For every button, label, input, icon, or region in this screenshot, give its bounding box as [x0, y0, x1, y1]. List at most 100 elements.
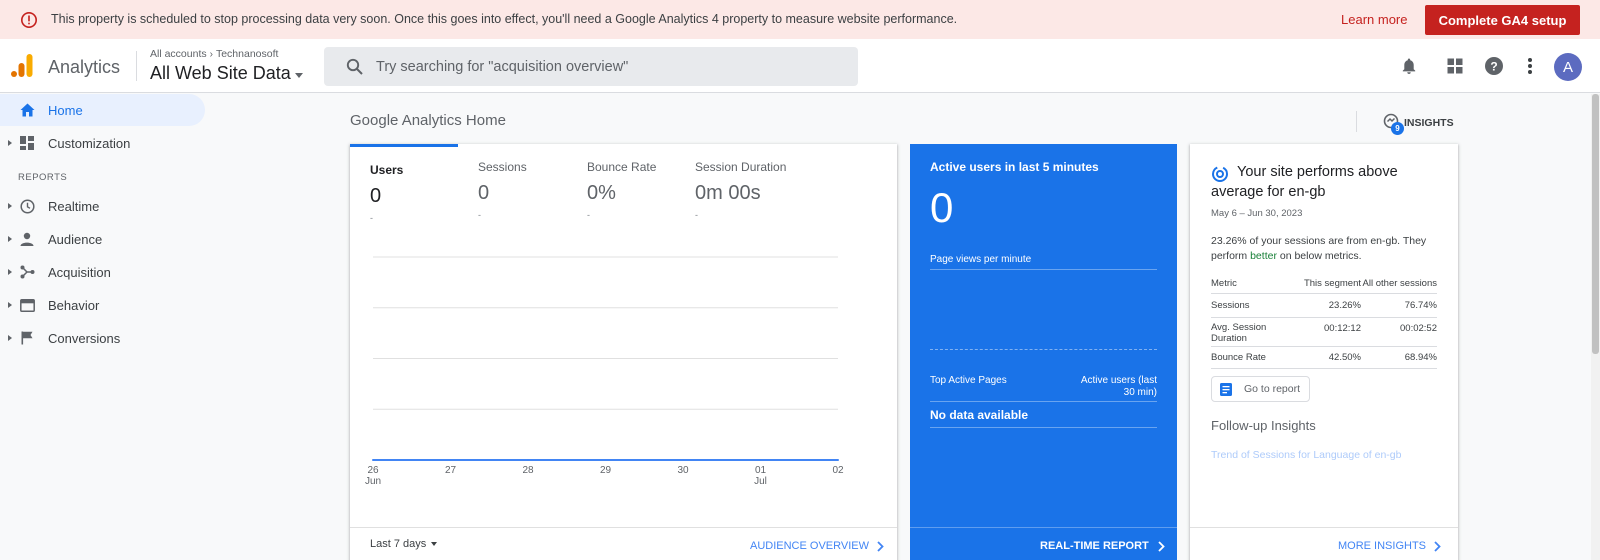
row-segment-value: 42.50% — [1328, 352, 1361, 363]
sidebar-item-behavior[interactable]: Behavior — [0, 289, 205, 321]
expand-arrow-icon — [8, 269, 12, 275]
insight-date-range: May 6 – Jun 30, 2023 — [1211, 208, 1303, 219]
breadcrumb-accounts[interactable]: All accounts — [150, 48, 207, 60]
users-line-chart: 26Jun 27 28 29 30 01Jul 02 — [365, 256, 844, 487]
view-selector[interactable]: All Web Site Data — [150, 63, 303, 84]
chart-data-point[interactable] — [449, 459, 452, 461]
x-tick-label: 02 — [832, 465, 844, 476]
chart-data-point[interactable] — [837, 459, 839, 461]
chart-data-point[interactable] — [527, 459, 529, 461]
clock-icon — [19, 198, 35, 214]
analytics-logo-icon[interactable] — [10, 53, 34, 79]
table-row: Sessions 23.26% 76.74% — [1211, 294, 1437, 318]
insights-label: INSIGHTS — [1404, 117, 1454, 129]
notifications-bell-icon[interactable] — [1397, 54, 1421, 78]
sidebar-item-label: Audience — [48, 231, 103, 247]
row-metric: Avg. Session Duration — [1211, 322, 1267, 344]
x-tick-label: 30 — [677, 465, 689, 476]
sidebar-item-conversions[interactable]: Conversions — [0, 322, 205, 354]
follow-up-insights-title: Follow-up Insights — [1211, 418, 1316, 433]
top-active-pages-header: Top Active Pages — [930, 375, 1007, 386]
breadcrumb-account-name[interactable]: Technanosoft — [216, 48, 278, 60]
insights-divider — [1356, 111, 1357, 132]
real-time-report-link[interactable]: REAL-TIME REPORT — [1040, 540, 1165, 552]
help-icon[interactable]: ? — [1482, 54, 1506, 78]
follow-up-insight-link[interactable]: Trend of Sessions for Language of en-gb — [1211, 449, 1402, 461]
x-tick-label: 26 — [367, 465, 379, 476]
page-title: Google Analytics Home — [350, 112, 506, 129]
divider — [930, 427, 1157, 428]
x-tick-label: 29 — [600, 465, 612, 476]
search-input[interactable] — [376, 47, 836, 86]
insight-body-suffix: on below metrics. — [1276, 250, 1362, 262]
sidebar-item-label: Behavior — [48, 297, 100, 313]
sidebar-item-acquisition[interactable]: Acquisition — [0, 256, 205, 288]
sidebar-item-home[interactable]: Home — [0, 94, 205, 126]
view-name: All Web Site Data — [150, 63, 291, 83]
insight-description: 23.26% of your sessions are from en-gb. … — [1211, 234, 1446, 264]
audience-overview-label: AUDIENCE OVERVIEW — [750, 540, 869, 552]
complete-ga4-setup-button[interactable]: Complete GA4 setup — [1425, 5, 1580, 35]
search-bar[interactable] — [324, 47, 858, 86]
chart-data-point[interactable] — [604, 459, 607, 461]
header-divider — [136, 51, 137, 81]
sidebar-item-audience[interactable]: Audience — [0, 223, 205, 255]
insights-count-badge: 9 — [1391, 122, 1404, 135]
realtime-card: Active users in last 5 minutes 0 Page vi… — [910, 144, 1177, 560]
top-header: Analytics All accounts › Technanosoft Al… — [0, 39, 1600, 93]
svg-text:?: ? — [1490, 60, 1497, 74]
insight-metrics-table: Metric This segment All other sessions S… — [1211, 275, 1437, 369]
more-insights-link[interactable]: MORE INSIGHTS — [1338, 540, 1441, 552]
sidebar-item-label: Customization — [48, 135, 131, 151]
dropdown-arrow-icon — [431, 542, 438, 546]
sidebar-item-realtime[interactable]: Realtime — [0, 190, 205, 222]
card-footer: REAL-TIME REPORT — [910, 527, 1177, 560]
row-others-value: 68.94% — [1404, 352, 1437, 363]
go-to-report-button[interactable]: Go to report — [1211, 376, 1310, 402]
active-users-header: Active users (last 30 min) — [1080, 375, 1157, 398]
row-segment-value: 00:12:12 — [1324, 323, 1361, 334]
insights-button[interactable]: 9 INSIGHTS — [1382, 113, 1462, 135]
learn-more-link[interactable]: Learn more — [1341, 12, 1407, 27]
divider — [930, 401, 1157, 402]
pageviews-per-minute-label: Page views per minute — [930, 254, 1032, 265]
audience-overview-card: Users 0 - Sessions 0 - Bounce Rate 0% - … — [350, 144, 897, 560]
divider — [930, 269, 1157, 270]
reports-section-header: REPORTS — [18, 172, 68, 183]
card-footer: Last 7 days AUDIENCE OVERVIEW — [350, 527, 897, 560]
chart-data-point[interactable] — [759, 459, 762, 461]
row-others-value: 00:02:52 — [1400, 323, 1437, 334]
chart-data-point[interactable] — [682, 459, 684, 461]
dashboard-icon — [19, 135, 35, 151]
chart-data-point[interactable] — [372, 459, 374, 461]
audience-overview-link[interactable]: AUDIENCE OVERVIEW — [750, 540, 884, 552]
pageviews-baseline — [930, 349, 1157, 350]
row-others-value: 76.74% — [1404, 300, 1437, 311]
search-icon — [346, 58, 363, 75]
insight-body-highlight: better — [1250, 250, 1277, 262]
no-data-message: No data available — [930, 408, 1029, 422]
table-header-row: Metric This segment All other sessions — [1211, 275, 1437, 294]
sidebar-item-label: Acquisition — [48, 264, 111, 280]
flag-icon — [19, 330, 35, 346]
expand-arrow-icon — [8, 335, 12, 341]
row-segment-value: 23.26% — [1328, 300, 1361, 311]
behavior-icon — [19, 297, 35, 313]
date-range-selector[interactable]: Last 7 days — [370, 538, 438, 550]
sidebar: Home Customization REPORTS Realtime Audi… — [0, 94, 210, 560]
more-vert-icon[interactable] — [1518, 54, 1542, 78]
table-header-segment: This segment — [1303, 278, 1361, 289]
x-tick-label: 28 — [522, 465, 534, 476]
page-scrollbar[interactable] — [1591, 94, 1600, 560]
scrollbar-thumb[interactable] — [1592, 94, 1599, 354]
table-header-others: All other sessions — [1362, 278, 1437, 289]
breadcrumb[interactable]: All accounts › Technanosoft — [150, 48, 278, 60]
apps-grid-icon[interactable] — [1443, 54, 1467, 78]
expand-arrow-icon — [8, 236, 12, 242]
row-metric: Bounce Rate — [1211, 352, 1266, 363]
account-avatar[interactable]: A — [1554, 53, 1582, 81]
row-metric: Sessions — [1211, 300, 1250, 311]
table-header-metric: Metric — [1211, 278, 1237, 289]
sidebar-item-customization[interactable]: Customization — [0, 127, 205, 159]
x-tick-label: 27 — [445, 465, 457, 476]
